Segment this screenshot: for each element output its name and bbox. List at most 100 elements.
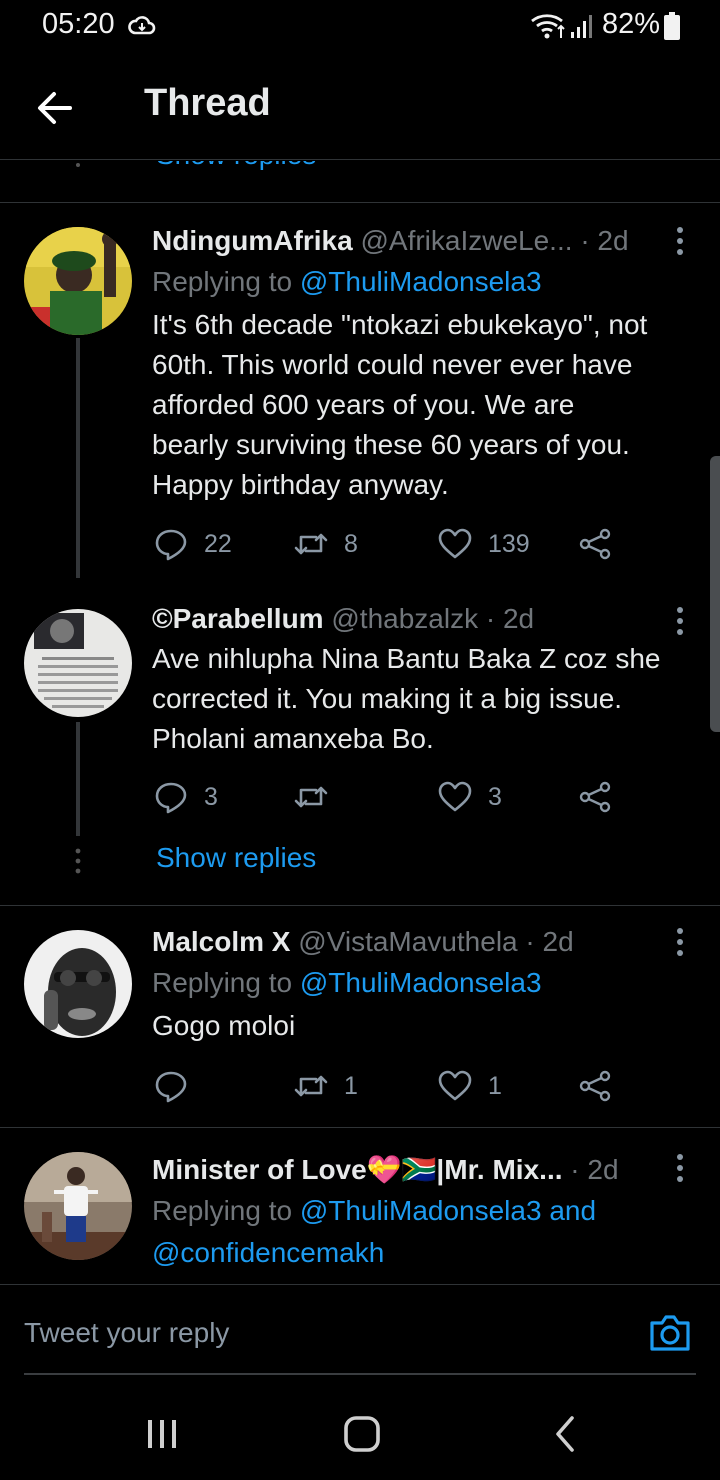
replying-to-label: Replying to <box>152 266 300 297</box>
thread-dots-icon <box>75 848 81 874</box>
tweet-header: Malcolm X @VistaMavuthela · 2d <box>152 922 690 962</box>
status-bar: 05:20 82% <box>0 0 720 56</box>
back-nav-icon[interactable] <box>546 1414 586 1454</box>
share-icon <box>579 781 611 813</box>
retweet-button[interactable] <box>294 775 344 819</box>
handle[interactable]: @thabzalzk <box>331 603 478 634</box>
input-underline <box>24 1373 696 1375</box>
more-options-icon[interactable] <box>674 926 686 958</box>
tweet-header: Minister of Love💝🇿🇦|Mr. Mix... · 2d <box>152 1150 690 1190</box>
mention-link[interactable]: @ThuliMadonsela3 and <box>300 1195 596 1226</box>
like-count: 1 <box>488 1071 502 1100</box>
wifi-icon <box>531 14 565 39</box>
signal-icon <box>571 15 592 38</box>
tweet-actions: 3 3 <box>152 775 632 819</box>
share-button[interactable] <box>578 522 612 566</box>
show-replies-link[interactable]: Show replies <box>156 842 316 874</box>
tweet-header: ©Parabellum @thabzalzk · 2d <box>152 599 690 639</box>
tweet-text: It's 6th decade "ntokazi ebukekayo", not… <box>152 305 690 505</box>
tweet[interactable]: Minister of Love💝🇿🇦|Mr. Mix... · 2d Repl… <box>0 1128 720 1284</box>
avatar-image <box>24 227 132 335</box>
mention-link[interactable]: @ThuliMadonsela3 <box>300 967 542 998</box>
reply-icon <box>155 529 187 561</box>
share-button[interactable] <box>578 775 612 819</box>
display-name[interactable]: ©Parabellum <box>152 603 324 634</box>
retweet-count: 8 <box>344 529 358 558</box>
retweet-button[interactable]: 1 <box>294 1064 358 1108</box>
show-replies-link[interactable]: Show replies <box>156 161 316 171</box>
tweet-text: Ave nihlupha Nina Bantu Baka Z coz she c… <box>152 639 690 759</box>
retweet-icon <box>294 533 328 555</box>
tweet-text-line: afforded 600 years of you. We are <box>152 389 575 420</box>
home-icon[interactable] <box>342 1414 382 1454</box>
tweet[interactable]: Malcolm X @VistaMavuthela · 2d Replying … <box>0 906 720 1126</box>
avatar-image <box>24 1152 132 1260</box>
back-arrow-icon[interactable] <box>30 82 82 134</box>
replying-to-continued: @confidencemakh <box>152 1232 690 1274</box>
tweet-text-line: Ave nihlupha Nina Bantu Baka Z coz she <box>152 643 661 674</box>
cloud-sync-icon <box>128 16 156 35</box>
more-options-icon[interactable] <box>674 1152 686 1184</box>
replying-to: Replying to @ThuliMadonsela3 <box>152 261 690 303</box>
timestamp: · 2d <box>580 225 629 256</box>
tweet-text-line: Happy birthday anyway. <box>152 469 449 500</box>
handle[interactable]: @AfrikaIzweLe... <box>360 225 572 256</box>
avatar[interactable] <box>24 609 132 717</box>
avatar-image <box>24 930 132 1038</box>
share-button[interactable] <box>578 1064 612 1108</box>
share-icon <box>579 1070 611 1102</box>
tweet-text-line: Gogo moloi <box>152 1010 296 1041</box>
top-app-bar: Thread <box>0 56 720 160</box>
reply-button[interactable]: 22 <box>154 522 232 566</box>
like-count: 139 <box>488 529 530 558</box>
reply-composer: Tweet your reply <box>0 1284 720 1384</box>
page-title: Thread <box>144 82 271 124</box>
tweet[interactable]: NdingumAfrika @AfrikaIzweLe... · 2d Repl… <box>0 203 720 599</box>
like-button[interactable]: 139 <box>438 522 530 566</box>
more-options-icon[interactable] <box>674 225 686 257</box>
reply-button[interactable] <box>154 1064 204 1108</box>
avatar[interactable] <box>24 930 132 1038</box>
reply-count: 3 <box>204 782 218 811</box>
handle[interactable]: @VistaMavuthela <box>298 926 517 957</box>
avatar[interactable] <box>24 1152 132 1260</box>
reply-input[interactable]: Tweet your reply <box>24 1317 229 1349</box>
retweet-count: 1 <box>344 1071 358 1100</box>
tweet[interactable]: ©Parabellum @thabzalzk · 2d Ave nihlupha… <box>0 599 720 905</box>
battery-icon <box>664 12 680 40</box>
retweet-icon <box>294 1075 328 1097</box>
tweet-text-line: It's 6th decade "ntokazi ebukekayo", not <box>152 309 648 340</box>
replying-to-label: Replying to <box>152 1195 300 1226</box>
display-name[interactable]: Minister of Love💝🇿🇦|Mr. Mix... <box>152 1154 563 1185</box>
retweet-button[interactable]: 8 <box>294 522 358 566</box>
heart-icon <box>438 1070 472 1101</box>
recent-apps-icon[interactable] <box>142 1414 182 1454</box>
tweet-text: Gogo moloi <box>152 1006 690 1046</box>
mention-link[interactable]: @confidencemakh <box>152 1237 384 1268</box>
mention-link[interactable]: @ThuliMadonsela3 <box>300 266 542 297</box>
more-options-icon[interactable] <box>674 605 686 637</box>
tweet-header: NdingumAfrika @AfrikaIzweLe... · 2d <box>152 221 690 261</box>
tweet-content: ©Parabellum @thabzalzk · 2d Ave nihlupha… <box>152 599 690 759</box>
tweet-content: Minister of Love💝🇿🇦|Mr. Mix... · 2d Repl… <box>152 1150 690 1274</box>
tweet-content: NdingumAfrika @AfrikaIzweLe... · 2d Repl… <box>152 221 690 505</box>
avatar[interactable] <box>24 227 132 335</box>
battery-percent: 82% <box>602 8 661 40</box>
tweet-text-line: 60th. This world could never ever have <box>152 349 633 380</box>
replying-to: Replying to @ThuliMadonsela3 and <box>152 1190 690 1232</box>
timestamp: · 2d <box>485 603 535 634</box>
system-navigation-bar <box>0 1384 720 1480</box>
display-name[interactable]: Malcolm X <box>152 926 290 957</box>
like-button[interactable]: 3 <box>438 775 502 819</box>
camera-icon[interactable] <box>648 1311 692 1353</box>
previous-show-replies-region: Show replies <box>0 161 720 203</box>
scrollbar[interactable] <box>710 456 720 732</box>
timestamp: · 2d <box>570 1154 619 1185</box>
reply-button[interactable]: 3 <box>154 775 218 819</box>
tweet-text-line: Pholani amanxeba Bo. <box>152 723 434 754</box>
tweet-content: Malcolm X @VistaMavuthela · 2d Replying … <box>152 922 690 1046</box>
replying-to-label: Replying to <box>152 967 300 998</box>
reply-icon <box>155 782 187 814</box>
display-name[interactable]: NdingumAfrika <box>152 225 353 256</box>
like-button[interactable]: 1 <box>438 1064 502 1108</box>
